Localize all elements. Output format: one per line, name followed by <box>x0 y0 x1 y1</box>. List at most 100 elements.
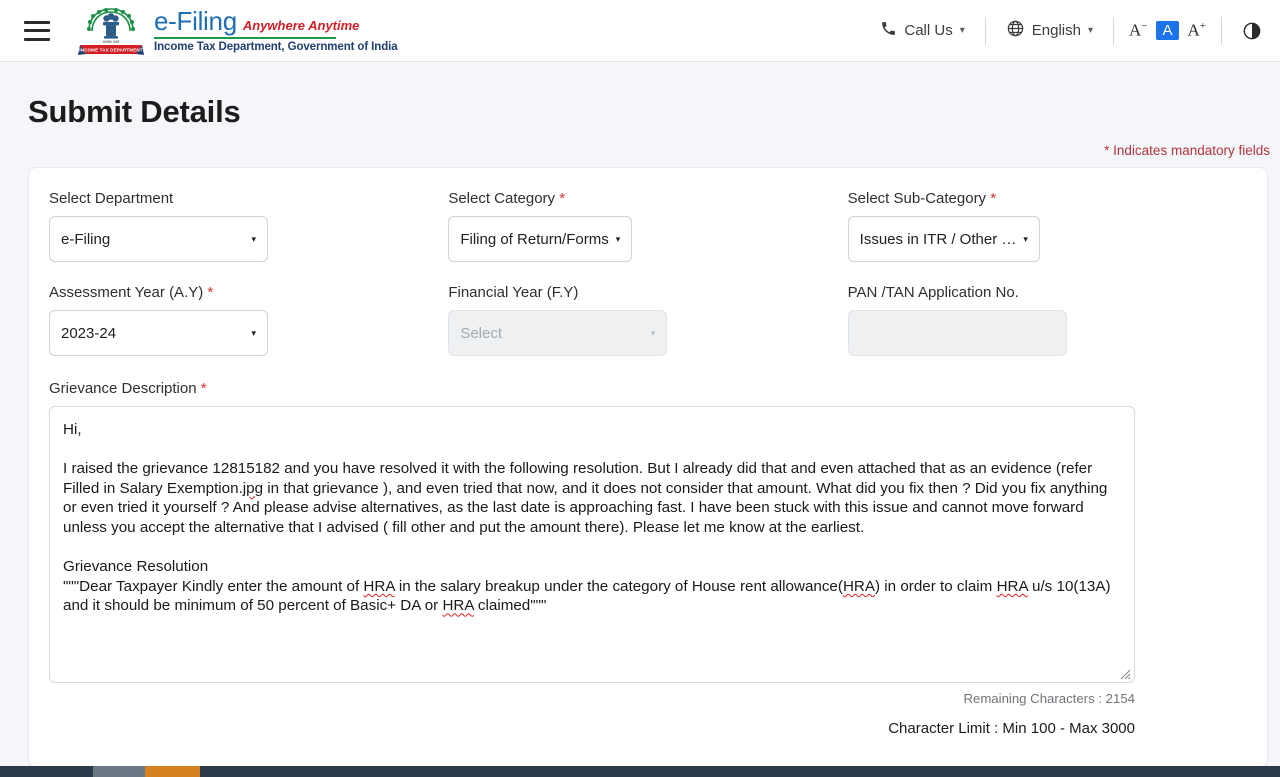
income-tax-emblem-icon: सत्यमेव जयते INCOME TAX DEPARTMENT <box>76 5 146 57</box>
sub-category-value: Issues in ITR / Other … <box>859 230 1017 248</box>
resize-grip-icon[interactable] <box>1117 666 1131 680</box>
app-header: सत्यमेव जयते INCOME TAX DEPARTMENT e-Fil… <box>0 0 1280 62</box>
chevron-down-icon: ▾ <box>650 327 656 338</box>
font-size-normal-button[interactable]: A <box>1156 21 1179 40</box>
resolution-misspelled-word: HRA <box>842 577 876 595</box>
font-size-decrease-label: A <box>1128 20 1142 40</box>
taskbar-segment-active[interactable] <box>93 766 145 777</box>
taskbar-segment-highlight[interactable] <box>145 766 200 777</box>
description-p1-misspelled-word: jpg <box>242 479 264 497</box>
language-selector[interactable]: English ▾ <box>992 19 1107 42</box>
department-value: e-Filing <box>61 230 111 248</box>
contrast-toggle-button[interactable] <box>1228 21 1266 41</box>
brand-title: e-Filing <box>154 5 237 36</box>
call-us-label: Call Us <box>904 22 953 39</box>
department-select[interactable]: e-Filing ▾ <box>49 216 268 262</box>
os-taskbar <box>0 766 1280 777</box>
form-row-1: Select Department e-Filing ▾ Select Cate… <box>49 190 1247 262</box>
chevron-down-icon: ▾ <box>251 233 256 244</box>
assessment-year-label: Assessment Year (A.Y) * <box>49 284 448 301</box>
category-select[interactable]: Filing of Return/Forms ▾ <box>448 216 633 262</box>
chevron-down-icon: ▾ <box>615 233 621 244</box>
font-size-increase-button[interactable]: A+ <box>1179 20 1216 41</box>
taskbar-segment <box>200 766 1280 777</box>
header-divider <box>1112 16 1114 45</box>
resolution-part-a: """Dear Taxpayer Kindly enter the amount… <box>63 577 364 595</box>
category-label-text: Select Category <box>448 190 556 207</box>
field-category: Select Category * Filing of Return/Forms… <box>448 190 847 262</box>
pan-tan-input <box>847 310 1067 356</box>
financial-year-placeholder: Select <box>460 324 503 342</box>
category-label: Select Category * <box>448 190 847 207</box>
pan-tan-label-text: PAN /TAN Application No. <box>847 284 1019 301</box>
description-blank-line <box>63 538 1120 558</box>
description-paragraph-1: I raised the grievance 12815182 and you … <box>63 459 1120 537</box>
grievance-description-textarea[interactable]: Hi, I raised the grievance 12815182 and … <box>49 406 1135 683</box>
chevron-down-icon: ▾ <box>1087 25 1093 36</box>
header-divider <box>1221 16 1222 45</box>
resolution-part-b: in the salary breakup under the category… <box>394 577 843 595</box>
chevron-down-icon: ▾ <box>251 327 256 338</box>
page-title: Submit Details <box>28 94 241 129</box>
required-asterisk: * <box>200 380 207 397</box>
department-label: Select Department <box>49 190 448 207</box>
description-greeting: Hi, <box>63 421 82 438</box>
hamburger-bar <box>24 20 50 24</box>
character-limit-note: Character Limit : Min 100 - Max 3000 <box>888 720 1135 737</box>
sub-category-select[interactable]: Issues in ITR / Other … ▾ <box>847 216 1040 262</box>
sub-category-label-text: Select Sub-Category <box>847 190 987 207</box>
description-resolution-body: """Dear Taxpayer Kindly enter the amount… <box>63 577 1120 616</box>
page-body: Submit Details * Indicates mandatory fie… <box>0 62 1280 777</box>
financial-year-label: Financial Year (F.Y) <box>448 284 847 301</box>
brand-tagline: Anywhere Anytime <box>242 17 360 33</box>
resolution-misspelled-word: HRA <box>363 577 395 595</box>
svg-text:INCOME TAX DEPARTMENT: INCOME TAX DEPARTMENT <box>79 47 143 52</box>
phone-icon <box>880 20 897 41</box>
resolution-part-c: ) in order to claim <box>875 577 997 595</box>
field-financial-year: Financial Year (F.Y) Select ▾ <box>448 284 847 356</box>
description-resolution-heading: Grievance Resolution <box>63 558 209 576</box>
field-grievance-description: Grievance Description * Hi, I raised the… <box>49 380 1247 737</box>
call-us-button[interactable]: Call Us ▾ <box>866 20 978 41</box>
brand-subtitle: Income Tax Department, Government of Ind… <box>154 40 398 53</box>
font-size-increase-sup: + <box>1199 20 1206 33</box>
pan-tan-label: PAN /TAN Application No. <box>848 284 1247 301</box>
brand-logo[interactable]: सत्यमेव जयते INCOME TAX DEPARTMENT e-Fil… <box>76 5 398 57</box>
department-label-text: Select Department <box>49 190 174 207</box>
required-asterisk: * <box>207 284 214 301</box>
contrast-icon <box>1242 21 1262 41</box>
hamburger-bar <box>24 37 50 41</box>
grievance-description-label: Grievance Description * <box>49 380 1247 397</box>
header-actions: Call Us ▾ English ▾ A− A A+ <box>866 0 1266 61</box>
font-size-increase-label: A <box>1187 20 1200 40</box>
financial-year-select: Select ▾ <box>448 310 668 356</box>
assessment-year-value: 2023-24 <box>61 324 117 342</box>
header-divider <box>984 16 986 45</box>
brand-divider <box>154 36 336 39</box>
field-pan-tan: PAN /TAN Application No. <box>847 284 1247 356</box>
required-asterisk: * <box>990 190 997 207</box>
field-sub-category: Select Sub-Category * Issues in ITR / Ot… <box>847 190 1247 262</box>
sub-category-label: Select Sub-Category * <box>848 190 1247 207</box>
remaining-characters-counter: Remaining Characters : 2154 <box>963 691 1135 706</box>
field-assessment-year: Assessment Year (A.Y) * 2023-24 ▾ <box>49 284 448 356</box>
globe-icon <box>1006 19 1025 42</box>
font-size-decrease-button[interactable]: A− <box>1120 20 1157 41</box>
chevron-down-icon: ▾ <box>959 25 965 36</box>
required-asterisk: * <box>559 190 566 207</box>
field-department: Select Department e-Filing ▾ <box>49 190 448 262</box>
font-size-decrease-sup: − <box>1141 20 1148 33</box>
brand-text-block: e-Filing Anywhere Anytime Income Tax Dep… <box>154 8 398 54</box>
assessment-year-select[interactable]: 2023-24 ▾ <box>49 310 268 356</box>
mandatory-fields-note: * Indicates mandatory fields <box>1104 143 1270 158</box>
svg-text:सत्यमेव जयते: सत्यमेव जयते <box>103 39 120 44</box>
hamburger-menu-icon[interactable] <box>24 20 50 41</box>
assessment-year-label-text: Assessment Year (A.Y) <box>49 284 204 301</box>
hamburger-bar <box>24 29 50 32</box>
taskbar-segment <box>0 766 93 777</box>
description-blank-line <box>63 440 1120 460</box>
category-value: Filing of Return/Forms <box>460 230 609 248</box>
language-label: English <box>1031 22 1081 39</box>
resolution-part-e: claimed""" <box>473 597 547 615</box>
submit-details-form-card: Select Department e-Filing ▾ Select Cate… <box>28 167 1268 767</box>
